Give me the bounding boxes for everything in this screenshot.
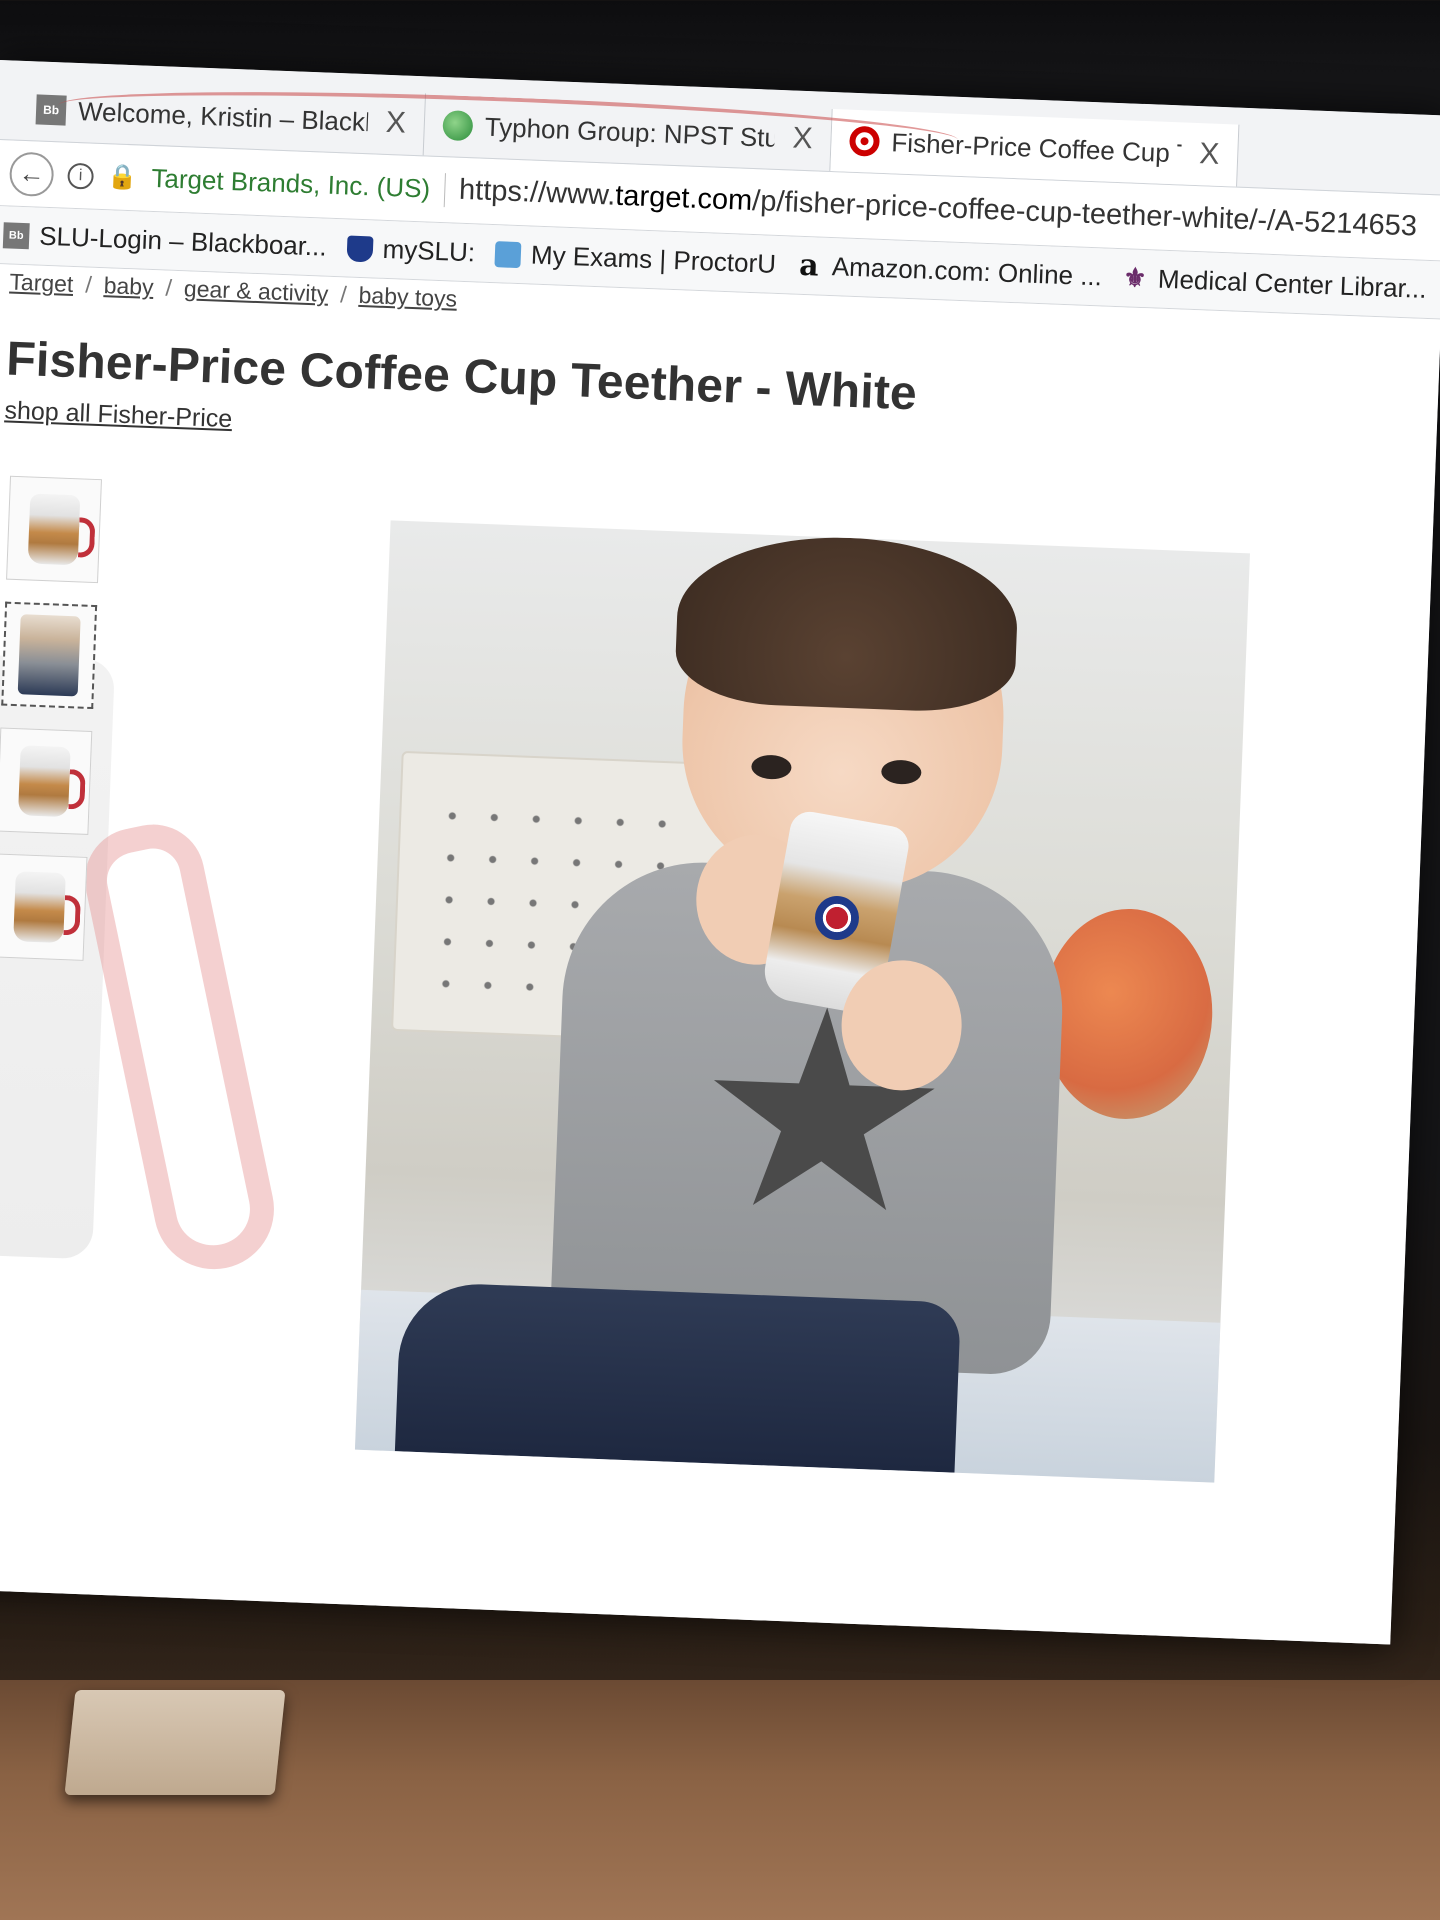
photo-baby-hair	[673, 531, 1021, 715]
breadcrumb-gear-activity[interactable]: gear & activity	[183, 275, 328, 308]
blackboard-icon: Bb	[35, 94, 67, 126]
url-host: target.com	[614, 179, 753, 217]
thumbnail-cup-front[interactable]	[6, 475, 102, 584]
thumbnail-cup-side[interactable]	[0, 853, 88, 961]
main-product-photo[interactable]	[354, 520, 1250, 1483]
breadcrumb-separator: /	[84, 271, 93, 298]
breadcrumb-target[interactable]: Target	[9, 269, 74, 298]
baby-image	[17, 614, 81, 697]
target-icon	[848, 125, 881, 157]
background-strap-image	[75, 815, 285, 1281]
close-icon[interactable]: X	[1199, 137, 1220, 172]
tab-label: Typhon Group: NPST Studen	[484, 111, 776, 154]
tab-label: Fisher-Price Coffee Cup Teet	[890, 126, 1182, 169]
back-button[interactable]: ←	[8, 150, 55, 197]
amazon-icon: a	[798, 247, 820, 284]
divider	[443, 172, 446, 207]
bookmark-blackboard[interactable]: Bb SLU-Login – Blackboar...	[2, 219, 328, 262]
bookmark-myslu[interactable]: mySLU:	[346, 232, 476, 268]
photo-pillow	[1038, 905, 1217, 1123]
browser-screen: Bb Welcome, Kristin – Blackboa X Typhon …	[0, 60, 1440, 1645]
info-icon[interactable]: i	[67, 162, 95, 190]
site-identity[interactable]: Target Brands, Inc. (US)	[151, 163, 431, 205]
bookmark-label: mySLU:	[382, 233, 476, 268]
photo-jeans	[394, 1281, 961, 1473]
teether-image	[13, 871, 81, 944]
tab-label: Welcome, Kristin – Blackboa	[77, 95, 369, 138]
globe-icon	[442, 110, 474, 142]
breadcrumb-baby-toys[interactable]: baby toys	[358, 282, 457, 313]
url-prefix: https://www.	[458, 173, 616, 212]
bookmark-label: SLU-Login – Blackboar...	[38, 220, 328, 262]
thumbnail-cup-top[interactable]	[0, 727, 93, 835]
blackboard-icon: Bb	[2, 221, 30, 249]
breadcrumb-baby[interactable]: baby	[103, 272, 154, 301]
bookmark-proctoru[interactable]: My Exams | ProctorU	[494, 238, 777, 280]
fleur-icon: ⚜	[1122, 262, 1148, 294]
bookmark-label: My Exams | ProctorU	[530, 239, 777, 279]
shop-all-brand-link[interactable]: shop all Fisher-Price	[4, 396, 233, 434]
product-gallery	[0, 475, 1415, 1529]
lock-icon: 🔒	[107, 163, 138, 192]
close-icon[interactable]: X	[385, 106, 406, 141]
shield-icon	[346, 234, 374, 262]
bookmark-medical-library[interactable]: ⚜ Medical Center Librar...	[1121, 262, 1427, 305]
bookmark-label: Amazon.com: Online ...	[831, 251, 1103, 292]
laptop-hinge	[64, 1690, 286, 1795]
bookmark-amazon[interactable]: a Amazon.com: Online ...	[795, 247, 1103, 293]
url-path: /p/fisher-price-coffee-cup-teether-white…	[751, 184, 1418, 243]
teether-image	[27, 493, 96, 566]
teether-image	[18, 745, 86, 818]
thumbnail-baby-drinking[interactable]	[1, 601, 98, 710]
proctoru-icon	[494, 240, 522, 268]
breadcrumb-separator: /	[339, 281, 348, 308]
bookmark-label: Medical Center Librar...	[1157, 263, 1428, 304]
close-icon[interactable]: X	[792, 121, 813, 156]
product-page: Target / baby / gear & activity / baby t…	[0, 263, 1440, 1645]
breadcrumb-separator: /	[165, 274, 173, 301]
